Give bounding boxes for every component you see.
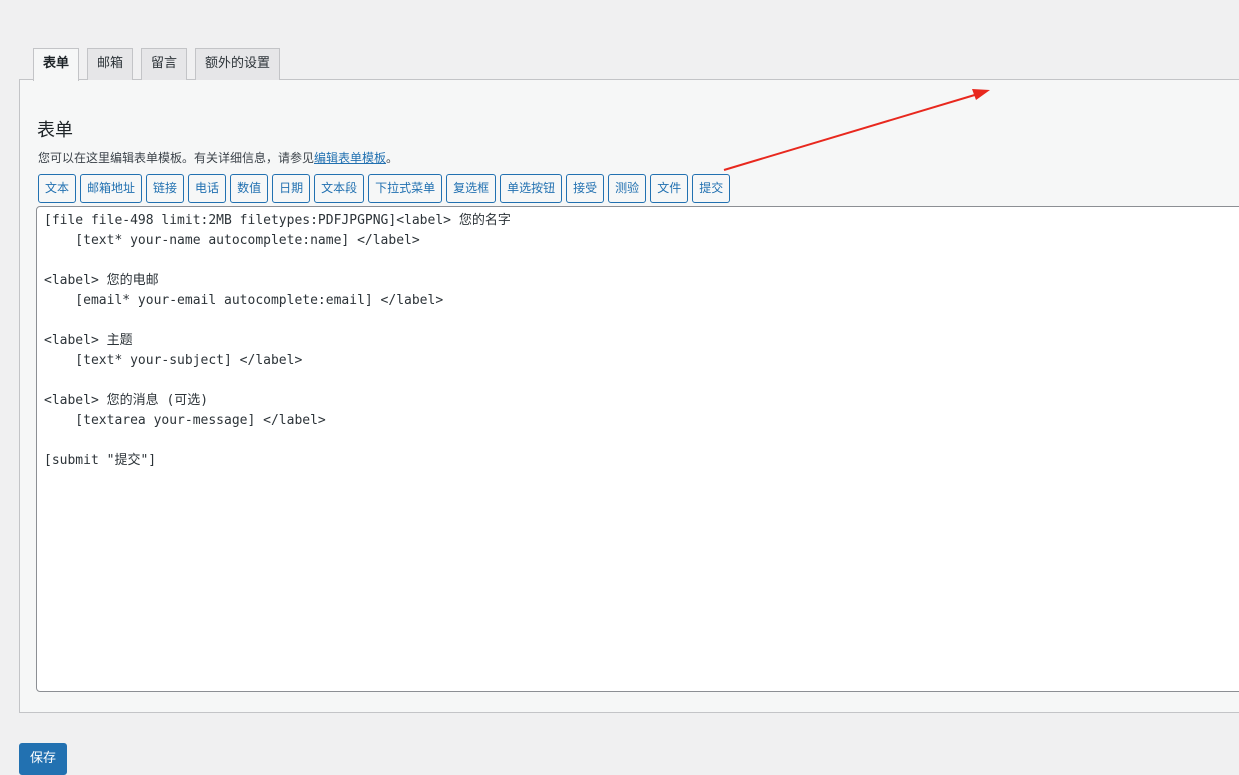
tag-button-file[interactable]: 文件 bbox=[650, 174, 689, 203]
tag-button-text[interactable]: 文本 bbox=[38, 174, 77, 203]
description-text: 您可以在这里编辑表单模板。有关详细信息，请参见 bbox=[38, 151, 315, 165]
save-button[interactable]: 保存 bbox=[19, 743, 68, 775]
tag-button-date[interactable]: 日期 bbox=[272, 174, 311, 203]
panel-description: 您可以在这里编辑表单模板。有关详细信息，请参见编辑表单模板。 bbox=[38, 149, 398, 166]
tag-button-tel[interactable]: 电话 bbox=[188, 174, 227, 203]
tab-messages[interactable]: 留言 bbox=[141, 48, 188, 80]
tag-button-url[interactable]: 链接 bbox=[146, 174, 185, 203]
tab-form[interactable]: 表单 bbox=[33, 48, 80, 81]
tag-generator-toolbar: 文本 邮箱地址 链接 电话 数值 日期 文本段 下拉式菜单 复选框 单选按钮 接… bbox=[38, 174, 731, 203]
tab-bar: 表单 邮箱 留言 额外的设置 bbox=[33, 48, 281, 81]
form-panel: 表单 您可以在这里编辑表单模板。有关详细信息，请参见编辑表单模板。 文本 邮箱地… bbox=[19, 79, 1239, 713]
tag-button-checkbox[interactable]: 复选框 bbox=[446, 174, 497, 203]
form-template-editor[interactable]: [file file-498 limit:2MB filetypes:PDFJP… bbox=[36, 206, 1239, 692]
tag-button-select[interactable]: 下拉式菜单 bbox=[368, 174, 443, 203]
tag-button-submit[interactable]: 提交 bbox=[692, 174, 731, 203]
tag-button-radio[interactable]: 单选按钮 bbox=[500, 174, 563, 203]
tag-button-quiz[interactable]: 测验 bbox=[608, 174, 647, 203]
tab-additional-settings[interactable]: 额外的设置 bbox=[195, 48, 281, 80]
form-template-code[interactable]: [file file-498 limit:2MB filetypes:PDFJP… bbox=[44, 211, 1239, 471]
tag-button-email[interactable]: 邮箱地址 bbox=[80, 174, 143, 203]
description-suffix: 。 bbox=[386, 151, 399, 165]
tag-button-acceptance[interactable]: 接受 bbox=[566, 174, 605, 203]
edit-form-template-link[interactable]: 编辑表单模板 bbox=[314, 151, 386, 165]
tab-mail[interactable]: 邮箱 bbox=[87, 48, 134, 80]
tag-button-textarea[interactable]: 文本段 bbox=[314, 174, 365, 203]
panel-title: 表单 bbox=[37, 120, 73, 141]
tag-button-number[interactable]: 数值 bbox=[230, 174, 269, 203]
